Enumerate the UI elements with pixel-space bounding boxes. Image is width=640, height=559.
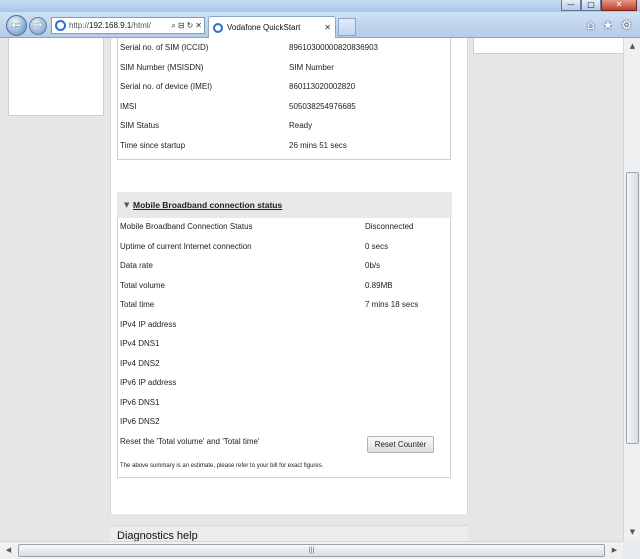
- close-window-button[interactable]: ✕: [601, 0, 637, 11]
- vertical-scroll-thumb[interactable]: [626, 172, 639, 444]
- horizontal-scrollbar[interactable]: ◀ ||| ▶: [0, 541, 623, 559]
- row-label: SIM Status: [120, 121, 160, 130]
- row-value: 0 secs: [365, 241, 389, 251]
- row-label: Time since startup: [120, 140, 186, 150]
- row-label: IMSI: [120, 101, 137, 111]
- broadband-section-title[interactable]: Mobile Broadband connection status: [133, 200, 282, 210]
- row-label: IPv4 DNS1: [120, 339, 160, 348]
- address-tools: ⌕ ⊟ ↻ ✕: [171, 21, 204, 31]
- scroll-down-icon[interactable]: ▼: [625, 525, 640, 540]
- row-label: IPv4 DNS2: [120, 358, 160, 368]
- row-label: IPv6 IP address: [120, 378, 177, 387]
- row-label: Serial no. of SIM (ICCID): [120, 43, 209, 52]
- row-label: IPv4 IP address: [120, 319, 177, 329]
- sim-info-table: Serial no. of SIM (ICCID) 89610300000820…: [117, 38, 451, 160]
- minimize-button[interactable]: —: [561, 0, 581, 11]
- table-row: Time since startup 26 mins 51 secs: [118, 137, 450, 157]
- diagnostics-help-section[interactable]: Diagnostics help: [110, 525, 468, 541]
- table-row: Serial no. of SIM (ICCID) 89610300000820…: [118, 39, 450, 59]
- table-row: Total volume 0.89MB: [118, 277, 450, 297]
- table-row: IPv6 DNS2: [118, 413, 450, 433]
- home-icon[interactable]: ⌂: [587, 18, 595, 32]
- table-row: Mobile Broadband Connection Status Disco…: [118, 218, 450, 238]
- table-row: IPv4 IP address: [118, 316, 450, 336]
- row-value: 0.89MB: [365, 280, 393, 290]
- favorites-icon[interactable]: ★: [602, 18, 613, 32]
- main-content: Serial no. of SIM (ICCID) 89610300000820…: [110, 38, 468, 514]
- table-row: IPv4 DNS2: [118, 355, 450, 375]
- table-row: IMSI 505038254976685: [118, 98, 450, 118]
- tools-gear-icon[interactable]: ⚙: [621, 18, 632, 32]
- broadband-status-table: Mobile Broadband Connection Status Disco…: [117, 218, 451, 478]
- diagnostics-help-title: Diagnostics help: [117, 530, 198, 541]
- row-label: IPv6 DNS1: [120, 397, 160, 407]
- back-button[interactable]: ←: [6, 15, 27, 36]
- tab-title: Vodafone QuickStart: [227, 23, 301, 32]
- estimate-note: The above summary is an estimate, please…: [120, 463, 324, 469]
- row-label: Serial no. of device (IMEI): [120, 82, 213, 91]
- scroll-left-icon[interactable]: ◀: [1, 543, 16, 558]
- row-label: Uptime of current Internet connection: [120, 241, 252, 251]
- row-label: IPv6 DNS2: [120, 417, 160, 426]
- table-row: Total time 7 mins 18 secs: [118, 296, 450, 316]
- row-label: Total time: [120, 300, 155, 309]
- vertical-scrollbar[interactable]: ▲ ▼: [623, 38, 640, 541]
- compatibility-view-icon[interactable]: ⊟: [178, 21, 185, 31]
- reset-label: Reset the 'Total volume' and 'Total time…: [120, 436, 260, 446]
- reset-counter-button[interactable]: Reset Counter: [367, 436, 434, 453]
- row-value: 89610300000820836903: [289, 43, 378, 52]
- table-row: SIM Number (MSISDN) SIM Number: [118, 59, 450, 79]
- scroll-right-icon[interactable]: ▶: [607, 543, 622, 558]
- browser-navbar: ← → http://192.168.9.1/html/ ⌕ ⊟ ↻ ✕ Vod…: [0, 12, 640, 38]
- table-row: Data rate 0b/s: [118, 257, 450, 277]
- broadband-section-header[interactable]: ▼ Mobile Broadband connection status: [117, 192, 452, 218]
- refresh-icon[interactable]: ↻: [187, 21, 194, 31]
- ie-page-icon: [55, 20, 66, 31]
- table-row: IPv6 IP address: [118, 374, 450, 394]
- address-bar[interactable]: http://192.168.9.1/html/ ⌕ ⊟ ↻ ✕: [51, 17, 205, 34]
- row-label: Mobile Broadband Connection Status: [120, 222, 253, 231]
- browser-tools: ⌂ ★ ⚙: [587, 18, 632, 32]
- table-row: IPv6 DNS1: [118, 394, 450, 414]
- window-titlebar: — □ ✕: [0, 0, 640, 12]
- scroll-up-icon[interactable]: ▲: [625, 39, 640, 54]
- new-tab-button[interactable]: [338, 18, 356, 36]
- row-label: Data rate: [120, 261, 153, 270]
- url-path: /html/: [131, 21, 151, 30]
- maximize-button[interactable]: □: [581, 0, 601, 11]
- row-label: SIM Number (MSISDN): [120, 62, 204, 72]
- table-row: IPv4 DNS1: [118, 335, 450, 355]
- tab-close-icon[interactable]: ✕: [324, 23, 331, 32]
- row-label: Total volume: [120, 280, 165, 290]
- row-value: Disconnected: [365, 222, 414, 231]
- stop-icon[interactable]: ✕: [195, 21, 202, 31]
- horizontal-scroll-thumb[interactable]: |||: [18, 544, 605, 557]
- tab-favicon-icon: [213, 22, 223, 33]
- address-url[interactable]: http://192.168.9.1/html/: [69, 21, 151, 30]
- page-viewport: Serial no. of SIM (ICCID) 89610300000820…: [0, 38, 623, 541]
- url-prefix: http://: [69, 21, 90, 30]
- window-controls: — □ ✕: [561, 0, 637, 11]
- row-value: SIM Number: [289, 62, 334, 72]
- forward-button[interactable]: →: [29, 17, 47, 35]
- left-panel: [8, 38, 104, 116]
- right-panel: [473, 38, 623, 54]
- table-row: Uptime of current Internet connection 0 …: [118, 238, 450, 258]
- table-row: Serial no. of device (IMEI) 860113020002…: [118, 78, 450, 98]
- scrollbar-corner: [623, 541, 640, 559]
- table-row: SIM Status Ready: [118, 117, 450, 137]
- row-value: 860113020002820: [289, 82, 356, 91]
- url-host: 192.168.9.1: [89, 21, 132, 30]
- browser-tab[interactable]: Vodafone QuickStart ✕: [208, 16, 336, 38]
- row-value: 505038254976685: [289, 101, 356, 111]
- row-value: Ready: [289, 121, 313, 130]
- search-icon[interactable]: ⌕: [171, 21, 175, 31]
- row-value: 7 mins 18 secs: [365, 300, 419, 309]
- row-value: 0b/s: [365, 261, 381, 270]
- collapse-arrow-icon[interactable]: ▼: [124, 201, 129, 209]
- row-value: 26 mins 51 secs: [289, 140, 347, 150]
